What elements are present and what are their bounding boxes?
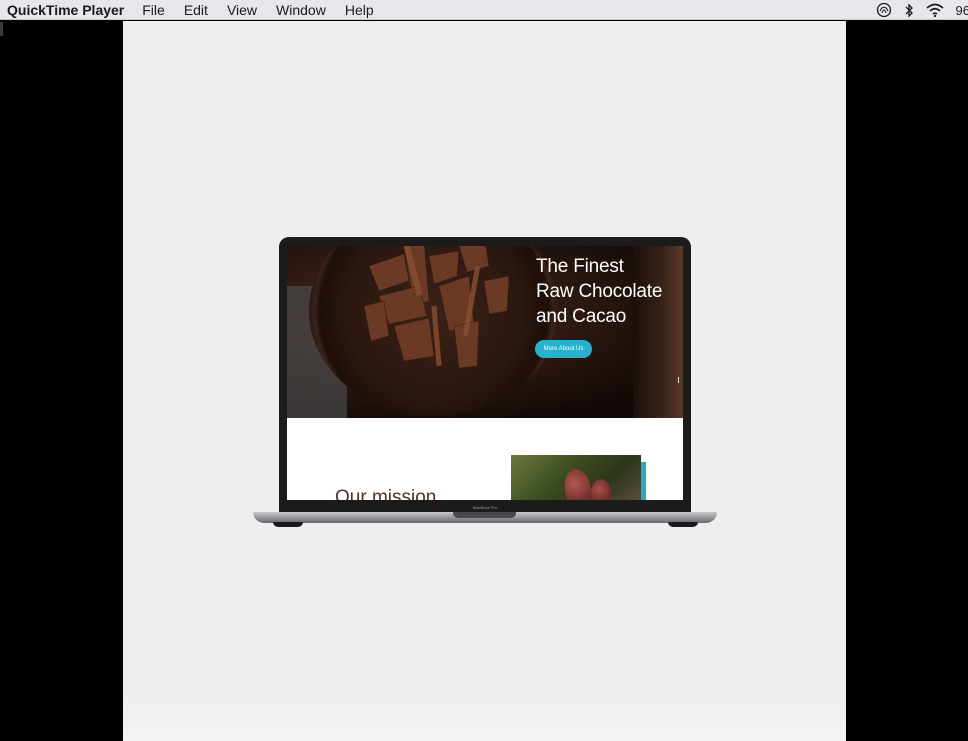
menu-window[interactable]: Window [276,2,326,18]
hero-title-line: The Finest [536,256,624,277]
mouse-cursor [678,377,683,383]
window-edge-marker [0,22,3,36]
battery-percentage[interactable]: 96 [956,3,968,18]
mission-heading: Our mission [335,487,437,500]
hero-banner: The Finest Raw Chocolate and Cacao More … [287,246,683,418]
bluetooth-icon[interactable] [904,2,914,18]
menu-edit[interactable]: Edit [184,2,208,18]
laptop-foot-right [668,522,698,527]
hero-title-line: Raw Chocolate [536,281,663,302]
app-menu[interactable]: QuickTime Player [7,2,124,18]
hero-title-line: and Cacao [536,306,627,327]
wifi-icon[interactable] [926,3,944,17]
menu-help[interactable]: Help [345,2,374,18]
menu-bar: QuickTime Player File Edit View Window H… [0,0,968,20]
menu-view[interactable]: View [227,2,257,18]
menu-file[interactable]: File [142,2,165,18]
more-about-us-button[interactable]: More About Us [535,340,592,358]
laptop-screen: The Finest Raw Chocolate and Cacao More … [287,246,683,500]
laptop-foot-left [273,522,303,527]
laptop-model-label: MacBook Pro [472,505,497,510]
cacao-pod [591,479,611,500]
status-area: 96 [876,0,968,20]
mission-section: Our mission [287,418,683,500]
cacao-pod [561,467,595,500]
laptop-hinge-notch [453,512,516,518]
cacao-pod-image [511,455,641,500]
hero-title: The Finest Raw Chocolate and Cacao [536,254,683,329]
creative-cloud-icon[interactable] [876,2,892,18]
chocolate-bowl-image [309,246,559,416]
